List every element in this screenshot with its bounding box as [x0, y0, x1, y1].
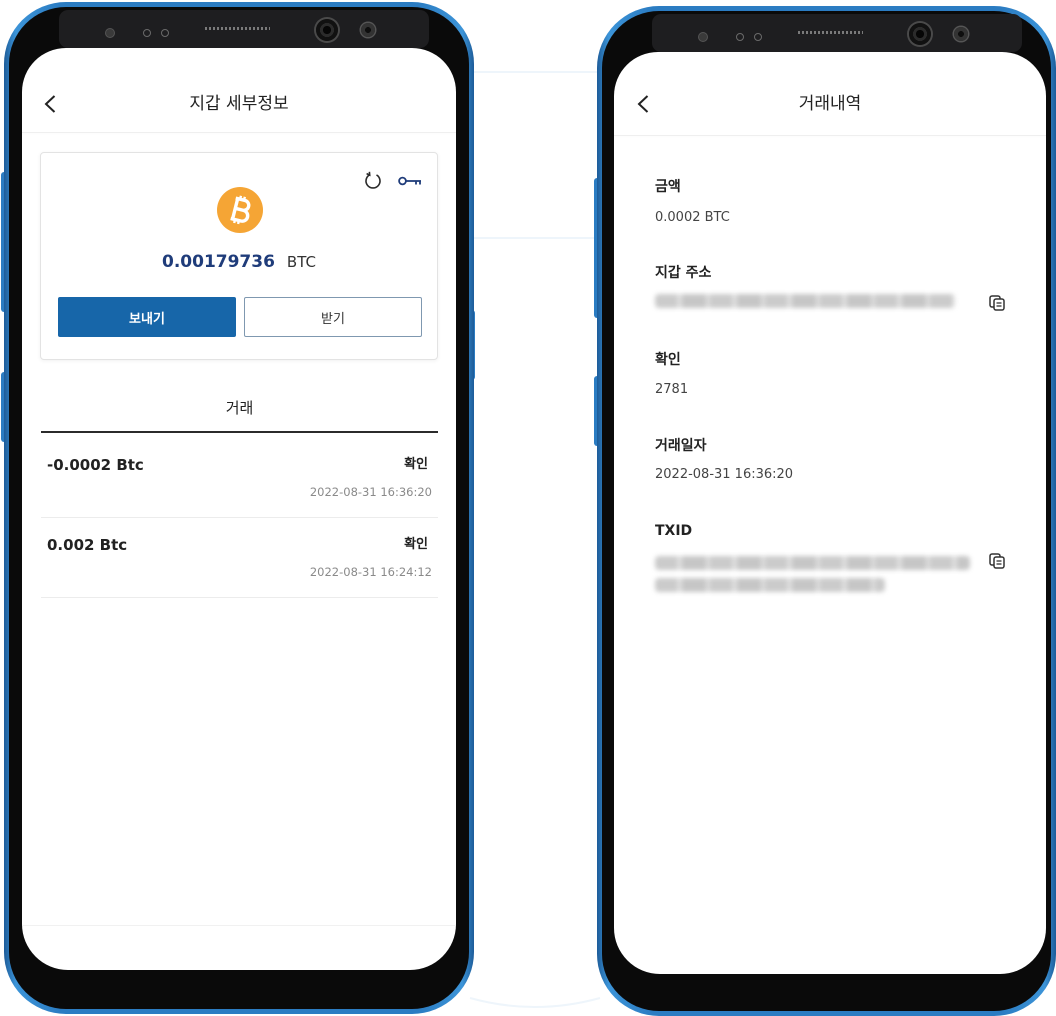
earpiece-speaker: [205, 27, 270, 30]
wallet-address-value-blurred: [655, 294, 955, 308]
front-sensor: [954, 27, 968, 41]
front-camera: [909, 23, 931, 45]
transaction-date-label: 거래일자: [655, 438, 707, 454]
copy-icon[interactable]: [989, 295, 1005, 311]
tab-active-indicator: [41, 431, 438, 433]
sensor-dot: [699, 33, 707, 41]
wallet-card: 0.00179736 BTC 보내기 받기: [40, 152, 438, 360]
confirmations-value: 2781: [655, 382, 689, 397]
header-divider: [22, 132, 456, 133]
phone-top-sensor-bar: [59, 10, 429, 48]
transaction-row[interactable]: 0.002 Btc 확인 2022-08-31 16:24:12: [41, 518, 438, 598]
earpiece-speaker: [798, 31, 863, 34]
phone-top-sensor-bar: [652, 14, 1022, 52]
amount-value: 0.0002 BTC: [655, 210, 730, 225]
balance-amount: 0.00179736: [162, 252, 275, 272]
balance-unit: BTC: [286, 253, 316, 271]
refresh-icon[interactable]: [364, 171, 382, 189]
sensor-ring: [754, 33, 762, 41]
tab-transactions[interactable]: 거래: [41, 398, 438, 418]
transaction-detail-screen: 거래내역 금액 0.0002 BTC 지갑 주소 확인 2781 거래일자 20…: [614, 52, 1046, 974]
front-sensor: [361, 23, 375, 37]
transaction-date-value: 2022-08-31 16:36:20: [655, 467, 794, 482]
wallet-detail-screen: 지갑 세부정보 0.00179736 BTC 보내기 받기 거래 -0.0002…: [22, 48, 456, 970]
right-phone-frame: 거래내역 금액 0.0002 BTC 지갑 주소 확인 2781 거래일자 20…: [597, 6, 1056, 1016]
send-button[interactable]: 보내기: [58, 297, 236, 337]
wallet-address-label: 지갑 주소: [655, 265, 712, 281]
left-phone-frame: 지갑 세부정보 0.00179736 BTC 보내기 받기 거래 -0.0002…: [4, 2, 474, 1014]
sensor-ring: [736, 33, 744, 41]
sensor-dot: [106, 29, 114, 37]
transaction-status: 확인: [404, 537, 428, 552]
confirmations-label: 확인: [655, 352, 681, 368]
front-camera: [316, 19, 338, 41]
txid-value-blurred: [655, 556, 970, 570]
transaction-datetime: 2022-08-31 16:36:20: [309, 485, 432, 499]
balance-row: 0.00179736 BTC: [41, 250, 437, 274]
txid-value-blurred: [655, 578, 885, 592]
transaction-status: 확인: [404, 457, 428, 472]
copy-icon[interactable]: [989, 553, 1005, 569]
transaction-amount: -0.0002 Btc: [47, 456, 144, 474]
transaction-datetime: 2022-08-31 16:24:12: [309, 565, 432, 579]
key-icon[interactable]: [398, 175, 422, 187]
header-divider: [614, 135, 1046, 136]
sensor-ring: [161, 29, 169, 37]
sensor-ring: [143, 29, 151, 37]
receive-button[interactable]: 받기: [244, 297, 422, 337]
transaction-amount: 0.002 Btc: [47, 536, 128, 554]
txid-label: TXID: [655, 523, 693, 539]
bottom-divider: [22, 925, 456, 926]
transaction-row[interactable]: -0.0002 Btc 확인 2022-08-31 16:36:20: [41, 438, 438, 518]
page-title: 거래내역: [798, 94, 862, 114]
page-title: 지갑 세부정보: [189, 94, 289, 114]
bitcoin-icon: [217, 187, 263, 233]
amount-label: 금액: [655, 179, 681, 195]
